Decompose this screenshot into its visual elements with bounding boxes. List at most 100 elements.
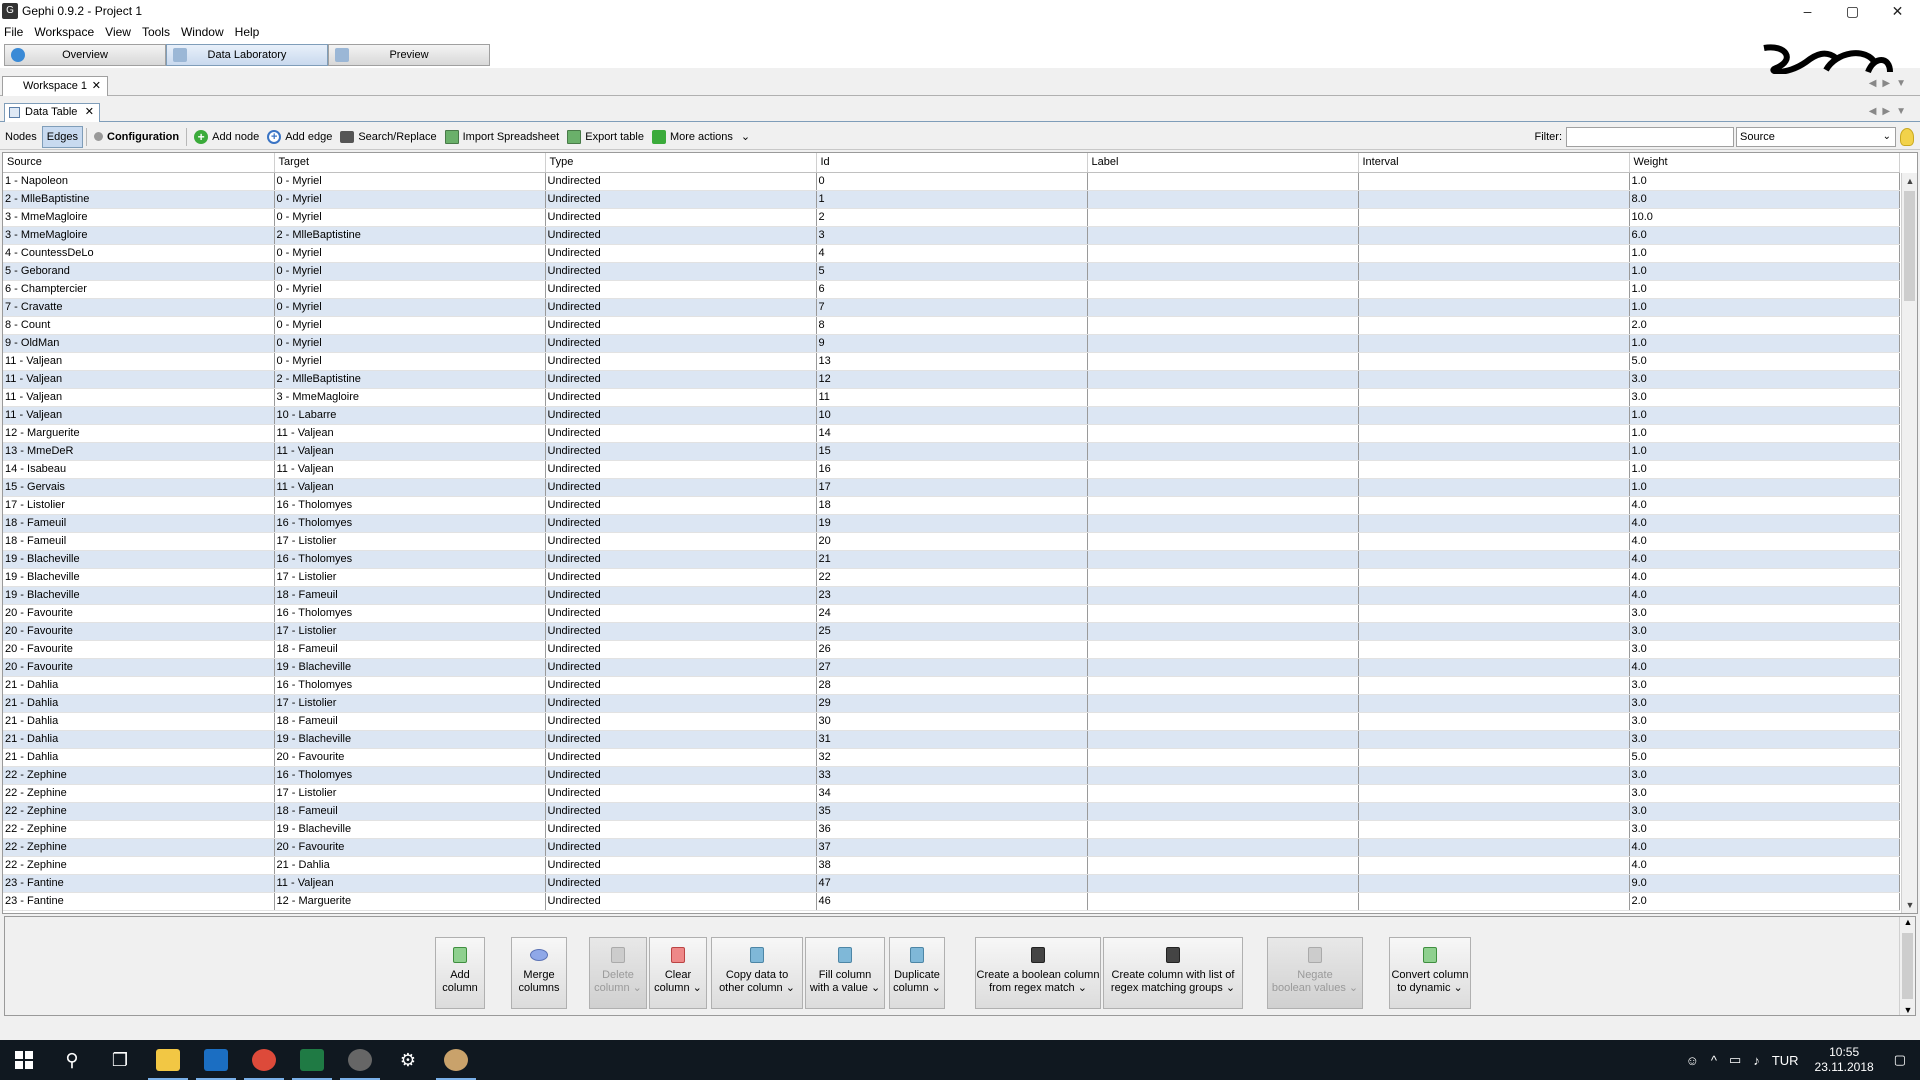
cell-source[interactable]: 22 - Zephine <box>3 838 275 857</box>
cell-target[interactable]: 17 - Listolier <box>274 622 546 641</box>
cell-source[interactable]: 3 - MmeMagloire <box>3 208 275 227</box>
cell-type[interactable]: Undirected <box>545 730 817 749</box>
cell-interval[interactable] <box>1358 676 1630 695</box>
search-replace-button[interactable]: Search/Replace <box>336 126 440 148</box>
cell-interval[interactable] <box>1358 406 1630 425</box>
cell-id[interactable]: 34 <box>816 784 1088 803</box>
cell-type[interactable]: Undirected <box>545 676 817 695</box>
cell-weight[interactable]: 1.0 <box>1629 460 1900 479</box>
cell-weight[interactable]: 3.0 <box>1629 388 1900 407</box>
cell-target[interactable]: 16 - Tholomyes <box>274 766 546 785</box>
cell-target[interactable]: 0 - Myriel <box>274 244 546 263</box>
table-row[interactable]: 13 - MmeDeR 11 - Valjean Undirected 15 1.0 <box>3 442 1900 461</box>
cell-label[interactable] <box>1087 892 1359 911</box>
cell-weight[interactable]: 1.0 <box>1629 478 1900 497</box>
people-icon[interactable]: ☺ <box>1686 1053 1699 1068</box>
cell-source[interactable]: 4 - CountessDeLo <box>3 244 275 263</box>
cell-label[interactable] <box>1087 262 1359 281</box>
cell-weight[interactable]: 4.0 <box>1629 838 1900 857</box>
cell-target[interactable]: 0 - Myriel <box>274 334 546 353</box>
table-row[interactable]: 19 - Blacheville 18 - Fameuil Undirected 23… <box>3 586 1900 605</box>
cell-id[interactable]: 5 <box>816 262 1088 281</box>
cell-target[interactable]: 2 - MlleBaptistine <box>274 226 546 245</box>
cell-id[interactable]: 31 <box>816 730 1088 749</box>
table-scrollbar[interactable]: ▲ ▼ <box>1901 173 1917 913</box>
cell-label[interactable] <box>1087 244 1359 263</box>
cell-weight[interactable]: 1.0 <box>1629 262 1900 281</box>
cell-type[interactable]: Undirected <box>545 172 817 191</box>
add-column-button[interactable]: Add column <box>435 937 485 1009</box>
cell-id[interactable]: 29 <box>816 694 1088 713</box>
cell-source[interactable]: 23 - Fantine <box>3 874 275 893</box>
cell-weight[interactable]: 4.0 <box>1629 856 1900 875</box>
cell-label[interactable] <box>1087 478 1359 497</box>
notification-icon[interactable]: ▢ <box>1894 1052 1906 1068</box>
cell-type[interactable]: Undirected <box>545 460 817 479</box>
table-row[interactable]: 3 - MmeMagloire 2 - MlleBaptistine Undirec… <box>3 226 1900 245</box>
cell-target[interactable]: 0 - Myriel <box>274 352 546 371</box>
cell-interval[interactable] <box>1358 838 1630 857</box>
cell-target[interactable]: 17 - Listolier <box>274 532 546 551</box>
cell-target[interactable]: 0 - Myriel <box>274 262 546 281</box>
cell-interval[interactable] <box>1358 892 1630 911</box>
cell-weight[interactable]: 1.0 <box>1629 244 1900 263</box>
cell-label[interactable] <box>1087 370 1359 389</box>
cell-weight[interactable]: 2.0 <box>1629 316 1900 335</box>
cell-id[interactable]: 18 <box>816 496 1088 515</box>
cell-id[interactable]: 20 <box>816 532 1088 551</box>
cell-weight[interactable]: 9.0 <box>1629 874 1900 893</box>
cell-interval[interactable] <box>1358 568 1630 587</box>
cell-label[interactable] <box>1087 190 1359 209</box>
cell-interval[interactable] <box>1358 658 1630 677</box>
cell-label[interactable] <box>1087 694 1359 713</box>
cell-type[interactable]: Undirected <box>545 568 817 587</box>
cell-id[interactable]: 8 <box>816 316 1088 335</box>
cell-target[interactable]: 11 - Valjean <box>274 460 546 479</box>
cell-weight[interactable]: 3.0 <box>1629 604 1900 623</box>
table-row[interactable]: 23 - Fantine 12 - Marguerite Undirected 46 2… <box>3 892 1900 911</box>
cell-interval[interactable] <box>1358 460 1630 479</box>
cell-weight[interactable]: 1.0 <box>1629 406 1900 425</box>
cell-interval[interactable] <box>1358 766 1630 785</box>
cell-weight[interactable]: 4.0 <box>1629 658 1900 677</box>
cell-type[interactable]: Undirected <box>545 694 817 713</box>
cell-source[interactable]: 13 - MmeDeR <box>3 442 275 461</box>
cell-id[interactable]: 38 <box>816 856 1088 875</box>
menu-view[interactable]: View <box>105 25 131 39</box>
cell-weight[interactable]: 3.0 <box>1629 730 1900 749</box>
cell-target[interactable]: 0 - Myriel <box>274 172 546 191</box>
cell-target[interactable]: 16 - Tholomyes <box>274 496 546 515</box>
cell-target[interactable]: 20 - Favourite <box>274 748 546 767</box>
cell-label[interactable] <box>1087 856 1359 875</box>
table-row[interactable]: 22 - Zephine 21 - Dahlia Undirected 38 4.0 <box>3 856 1900 875</box>
column-header-source[interactable]: Source <box>3 153 275 173</box>
cell-source[interactable]: 19 - Blacheville <box>3 550 275 569</box>
cell-weight[interactable]: 4.0 <box>1629 514 1900 533</box>
minimize-button[interactable]: – <box>1785 0 1830 22</box>
cell-type[interactable]: Undirected <box>545 766 817 785</box>
tab-scroll-arrows-icon[interactable]: ◀▶▼ <box>1869 78 1912 89</box>
overview-mode-button[interactable]: Overview <box>4 44 166 66</box>
close-tab-icon[interactable]: ✕ <box>92 77 101 95</box>
cell-weight[interactable]: 3.0 <box>1629 694 1900 713</box>
edges-toggle[interactable]: Edges <box>41 125 83 148</box>
cell-type[interactable]: Undirected <box>545 406 817 425</box>
menu-workspace[interactable]: Workspace <box>34 25 94 39</box>
cell-label[interactable] <box>1087 316 1359 335</box>
convert-dynamic-button[interactable]: Convert column to dynamic ⌄ <box>1389 937 1471 1009</box>
cell-weight[interactable]: 3.0 <box>1629 622 1900 641</box>
table-row[interactable]: 20 - Favourite 16 - Tholomyes Undirected 24… <box>3 604 1900 623</box>
table-row[interactable]: 11 - Valjean 10 - Labarre Undirected 10 1.0 <box>3 406 1900 425</box>
cell-type[interactable]: Undirected <box>545 802 817 821</box>
cell-target[interactable]: 11 - Valjean <box>274 442 546 461</box>
cell-target[interactable]: 2 - MlleBaptistine <box>274 370 546 389</box>
cell-target[interactable]: 19 - Blacheville <box>274 658 546 677</box>
menu-file[interactable]: File <box>4 25 23 39</box>
cell-label[interactable] <box>1087 388 1359 407</box>
cell-id[interactable]: 26 <box>816 640 1088 659</box>
cell-source[interactable]: 22 - Zephine <box>3 820 275 839</box>
cell-id[interactable]: 0 <box>816 172 1088 191</box>
cell-source[interactable]: 18 - Fameuil <box>3 532 275 551</box>
cell-id[interactable]: 47 <box>816 874 1088 893</box>
column-header-label[interactable]: Label <box>1087 153 1359 173</box>
